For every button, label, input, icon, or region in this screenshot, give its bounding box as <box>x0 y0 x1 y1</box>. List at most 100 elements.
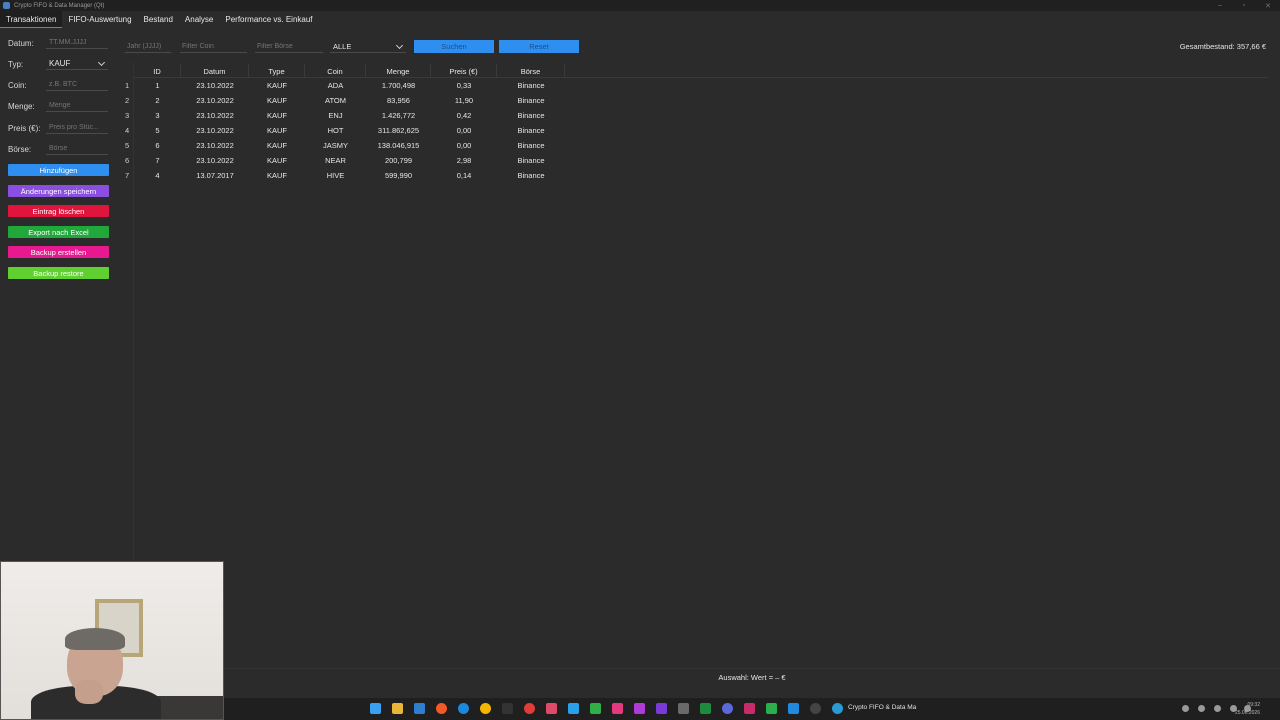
cell-preis[interactable]: 0,33 <box>431 78 497 93</box>
filter-boerse-input[interactable] <box>255 40 323 53</box>
cell-type[interactable]: KAUF <box>249 78 305 93</box>
cell-datum[interactable]: 23.10.2022 <box>181 123 249 138</box>
app-icon[interactable] <box>766 703 777 714</box>
cell-coin[interactable]: HOT <box>305 123 366 138</box>
header-type[interactable]: Type <box>249 64 305 78</box>
tab-fifo-auswertung[interactable]: FIFO-Auswertung <box>62 11 137 28</box>
chrome-icon[interactable] <box>480 703 491 714</box>
cell-coin[interactable]: JASMY <box>305 138 366 153</box>
cell-id[interactable]: 6 <box>134 138 181 153</box>
filter-coin-input[interactable] <box>180 40 247 53</box>
search-button[interactable]: Suchen <box>414 40 494 53</box>
typ-select[interactable]: KAUF <box>46 57 108 70</box>
visual-studio-icon[interactable] <box>656 703 667 714</box>
cell-coin[interactable]: ATOM <box>305 93 366 108</box>
backup-create-button[interactable]: Backup erstellen <box>8 246 109 258</box>
cell-datum[interactable]: 23.10.2022 <box>181 78 249 93</box>
cell-menge[interactable]: 83,956 <box>366 93 431 108</box>
store-icon[interactable] <box>414 703 425 714</box>
add-button[interactable]: Hinzufügen <box>8 164 109 176</box>
cell-menge[interactable]: 1.426,772 <box>366 108 431 123</box>
cell-boerse[interactable]: Binance <box>497 138 565 153</box>
cell-id[interactable]: 1 <box>134 78 181 93</box>
header-coin[interactable]: Coin <box>305 64 366 78</box>
table-row[interactable]: 3 3 23.10.2022 KAUF ENJ 1.426,772 0,42 B… <box>124 108 1268 123</box>
appletv-icon[interactable] <box>502 703 513 714</box>
cell-datum[interactable]: 23.10.2022 <box>181 93 249 108</box>
file-explorer-icon[interactable] <box>392 703 403 714</box>
export-excel-button[interactable]: Export nach Excel <box>8 226 109 238</box>
tray-chevron-icon[interactable] <box>1182 705 1189 712</box>
app-icon[interactable] <box>678 703 689 714</box>
cell-boerse[interactable]: Binance <box>497 123 565 138</box>
cell-type[interactable]: KAUF <box>249 123 305 138</box>
coin-input[interactable] <box>46 78 108 91</box>
app-icon[interactable] <box>524 703 535 714</box>
cell-coin[interactable]: NEAR <box>305 153 366 168</box>
cell-id[interactable]: 4 <box>134 168 181 183</box>
cell-boerse[interactable]: Binance <box>497 78 565 93</box>
cell-id[interactable]: 7 <box>134 153 181 168</box>
cell-datum[interactable]: 23.10.2022 <box>181 108 249 123</box>
app-icon[interactable] <box>568 703 579 714</box>
cell-menge[interactable]: 599,990 <box>366 168 431 183</box>
table-row[interactable]: 1 1 23.10.2022 KAUF ADA 1.700,498 0,33 B… <box>124 78 1268 93</box>
cell-preis[interactable]: 11,90 <box>431 93 497 108</box>
clock[interactable]: 09:32 25.06.2026 <box>1235 701 1260 717</box>
filter-type-select[interactable]: ALLE <box>330 40 406 53</box>
cell-coin[interactable]: HIVE <box>305 168 366 183</box>
cell-preis[interactable]: 0,14 <box>431 168 497 183</box>
cell-id[interactable]: 5 <box>134 123 181 138</box>
header-menge[interactable]: Menge <box>366 64 431 78</box>
datum-input[interactable] <box>46 36 108 49</box>
app-icon[interactable] <box>744 703 755 714</box>
menge-input[interactable] <box>46 99 108 112</box>
cell-preis[interactable]: 2,98 <box>431 153 497 168</box>
header-datum[interactable]: Datum <box>181 64 249 78</box>
tab-performance[interactable]: Performance vs. Einkauf <box>219 11 318 28</box>
app-icon[interactable] <box>590 703 601 714</box>
edge-icon[interactable] <box>458 703 469 714</box>
vscode-icon[interactable] <box>788 703 799 714</box>
filter-year-input[interactable] <box>125 40 171 53</box>
cell-menge[interactable]: 1.700,498 <box>366 78 431 93</box>
cell-type[interactable]: KAUF <box>249 138 305 153</box>
cell-preis[interactable]: 0,42 <box>431 108 497 123</box>
header-boerse[interactable]: Börse <box>497 64 565 78</box>
cell-type[interactable]: KAUF <box>249 153 305 168</box>
cell-coin[interactable]: ADA <box>305 78 366 93</box>
cell-boerse[interactable]: Binance <box>497 93 565 108</box>
cell-menge[interactable]: 311.862,625 <box>366 123 431 138</box>
header-id[interactable]: ID <box>134 64 181 78</box>
app-icon[interactable] <box>546 703 557 714</box>
cell-boerse[interactable]: Binance <box>497 108 565 123</box>
app-icon[interactable] <box>810 703 821 714</box>
cell-type[interactable]: KAUF <box>249 93 305 108</box>
cell-preis[interactable]: 0,00 <box>431 138 497 153</box>
cell-boerse[interactable]: Binance <box>497 168 565 183</box>
minimize-icon[interactable]: – <box>1208 0 1232 11</box>
preis-input[interactable] <box>46 121 108 134</box>
cell-datum[interactable]: 23.10.2022 <box>181 138 249 153</box>
cell-datum[interactable]: 13.07.2017 <box>181 168 249 183</box>
close-icon[interactable]: ✕ <box>1256 0 1280 11</box>
start-icon[interactable] <box>370 703 381 714</box>
cell-type[interactable]: KAUF <box>249 108 305 123</box>
table-row[interactable]: 6 7 23.10.2022 KAUF NEAR 200,799 2,98 Bi… <box>124 153 1268 168</box>
music-icon[interactable] <box>612 703 623 714</box>
app-icon[interactable] <box>700 703 711 714</box>
tab-analyse[interactable]: Analyse <box>179 11 219 28</box>
table-row[interactable]: 4 5 23.10.2022 KAUF HOT 311.862,625 0,00… <box>124 123 1268 138</box>
cell-datum[interactable]: 23.10.2022 <box>181 153 249 168</box>
tab-transaktionen[interactable]: Transaktionen <box>0 11 63 28</box>
app-icon[interactable] <box>832 703 843 714</box>
table-row[interactable]: 5 6 23.10.2022 KAUF JASMY 138.046,915 0,… <box>124 138 1268 153</box>
app-icon[interactable] <box>722 703 733 714</box>
cell-menge[interactable]: 200,799 <box>366 153 431 168</box>
table-row[interactable]: 7 4 13.07.2017 KAUF HIVE 599,990 0,14 Bi… <box>124 168 1268 183</box>
cell-type[interactable]: KAUF <box>249 168 305 183</box>
cell-menge[interactable]: 138.046,915 <box>366 138 431 153</box>
wifi-icon[interactable] <box>1214 705 1221 712</box>
microphone-icon[interactable] <box>1198 705 1205 712</box>
cell-boerse[interactable]: Binance <box>497 153 565 168</box>
